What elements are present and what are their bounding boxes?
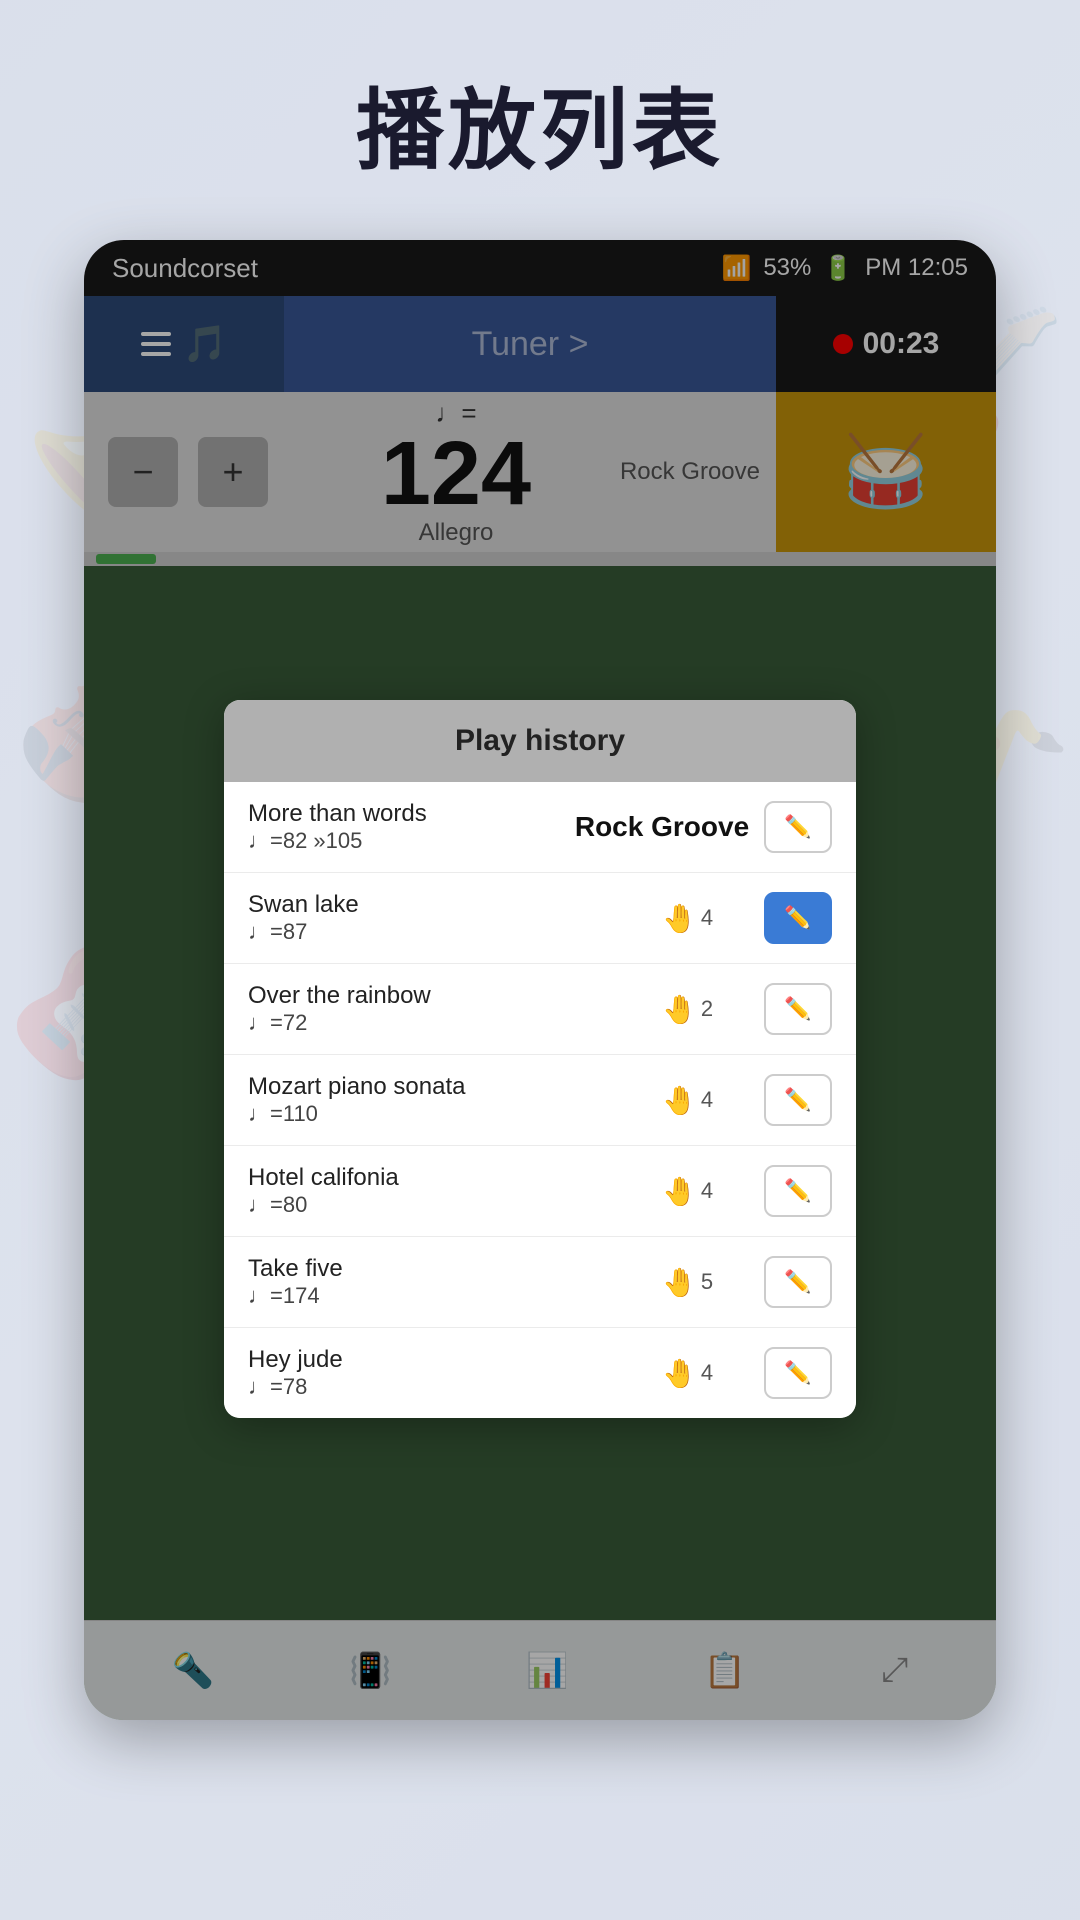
row-2-title: Swan lake [248,891,650,919]
history-row-4[interactable]: Mozart piano sonata ♩=110 🤚 4 ✏️ [224,1055,856,1146]
history-row-2[interactable]: Swan lake ♩=87 🤚 4 ✏️ [224,873,856,964]
row-1-title: More than words [248,800,560,828]
row-2-beat-num: 4 [701,905,713,931]
row-5-bpm: ♩=80 [248,1192,650,1218]
history-row-7[interactable]: Hey jude ♩=78 🤚 4 ✏️ [224,1328,856,1418]
history-row-6[interactable]: Take five ♩=174 🤚 5 ✏️ [224,1237,856,1328]
row-6-beat-num: 5 [701,1269,713,1295]
row-6-info: Take five ♩=174 [248,1255,650,1309]
hand-icon-7: 🤚 [662,1357,697,1390]
pencil-icon-3: ✏️ [784,996,811,1022]
row-2-bpm: ♩=87 [248,919,650,945]
row-4-bpm: ♩=110 [248,1101,650,1127]
row-4-info: Mozart piano sonata ♩=110 [248,1073,650,1127]
row-5-title: Hotel califonia [248,1164,650,1192]
row-3-title: Over the rainbow [248,982,650,1010]
row-1-edit-button[interactable]: ✏️ [764,801,832,853]
row-6-edit-button[interactable]: ✏️ [764,1256,832,1308]
hand-icon-3: 🤚 [662,993,697,1026]
play-history-modal: Play history More than words ♩=82 »105 R… [224,700,856,1418]
history-row-5[interactable]: Hotel califonia ♩=80 🤚 4 ✏️ [224,1146,856,1237]
pencil-icon-2: ✏️ [784,905,811,931]
row-1-info: More than words ♩=82 »105 [248,800,560,854]
pencil-icon-7: ✏️ [784,1360,811,1386]
pencil-icon-4: ✏️ [784,1087,811,1113]
row-7-beat: 🤚 4 [662,1357,752,1390]
row-4-beat: 🤚 4 [662,1084,752,1117]
row-4-beat-num: 4 [701,1087,713,1113]
row-6-beat: 🤚 5 [662,1266,752,1299]
row-3-beat: 🤚 2 [662,993,752,1026]
modal-title: Play history [224,700,856,782]
row-6-bpm: ♩=174 [248,1283,650,1309]
page-title: 播放列表 [0,60,1080,187]
hand-icon-6: 🤚 [662,1266,697,1299]
row-7-bpm: ♩=78 [248,1374,650,1400]
hand-icon-4: 🤚 [662,1084,697,1117]
row-5-edit-button[interactable]: ✏️ [764,1165,832,1217]
row-2-info: Swan lake ♩=87 [248,891,650,945]
row-3-edit-button[interactable]: ✏️ [764,983,832,1035]
pencil-icon-6: ✏️ [784,1269,811,1295]
row-3-info: Over the rainbow ♩=72 [248,982,650,1036]
pencil-icon-1: ✏️ [784,814,811,840]
row-7-edit-button[interactable]: ✏️ [764,1347,832,1399]
hand-icon-2: 🤚 [662,902,697,935]
pencil-icon-5: ✏️ [784,1178,811,1204]
row-2-beat: 🤚 4 [662,902,752,935]
row-7-title: Hey jude [248,1346,650,1374]
row-1-genre: Rock Groove [572,811,752,843]
row-2-edit-button[interactable]: ✏️ [764,892,832,944]
modal-list: More than words ♩=82 »105 Rock Groove ✏️… [224,782,856,1418]
history-row-3[interactable]: Over the rainbow ♩=72 🤚 2 ✏️ [224,964,856,1055]
row-3-bpm: ♩=72 [248,1010,650,1036]
row-5-beat: 🤚 4 [662,1175,752,1208]
row-5-beat-num: 4 [701,1178,713,1204]
row-6-title: Take five [248,1255,650,1283]
row-4-edit-button[interactable]: ✏️ [764,1074,832,1126]
phone-frame: Soundcorset 📶 53% 🔋 PM 12:05 🎵 Tuner > 0… [84,240,996,1720]
hand-icon-5: 🤚 [662,1175,697,1208]
row-7-info: Hey jude ♩=78 [248,1346,650,1400]
row-5-info: Hotel califonia ♩=80 [248,1164,650,1218]
row-1-bpm: ♩=82 »105 [248,828,560,854]
row-4-title: Mozart piano sonata [248,1073,650,1101]
row-3-beat-num: 2 [701,996,713,1022]
history-row-1[interactable]: More than words ♩=82 »105 Rock Groove ✏️ [224,782,856,873]
row-7-beat-num: 4 [701,1360,713,1386]
